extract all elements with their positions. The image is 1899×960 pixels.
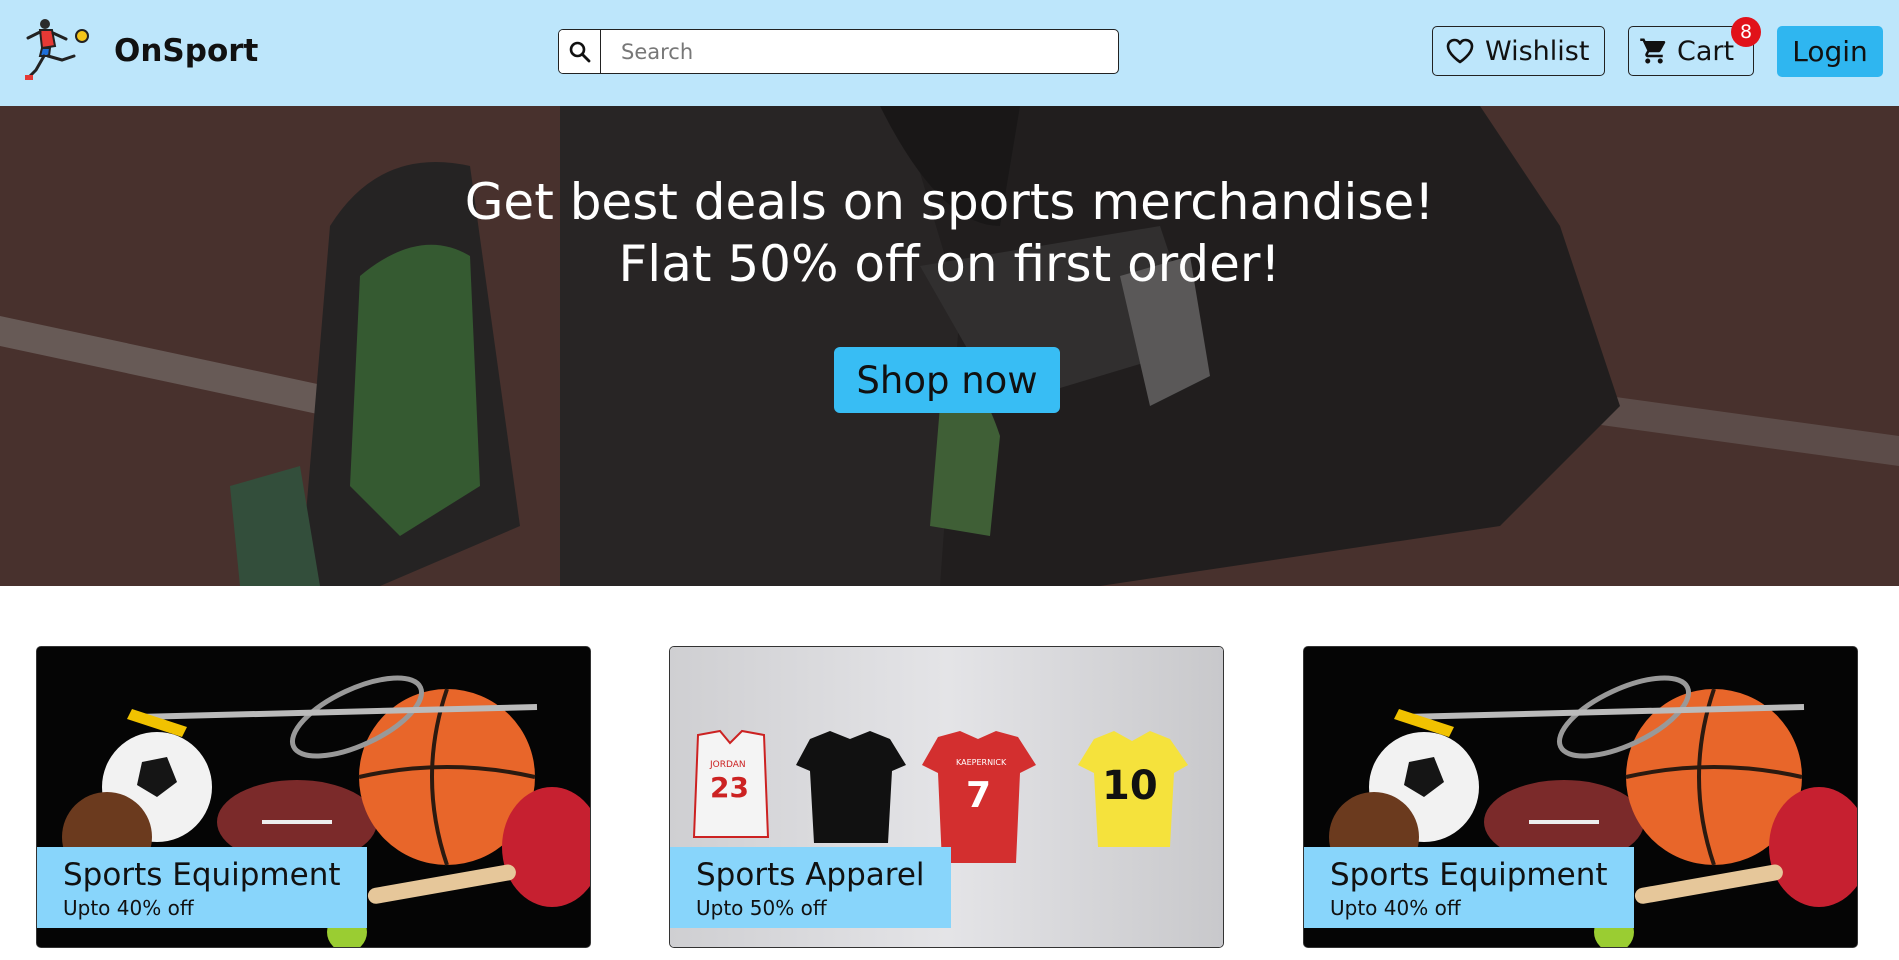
category-discount: Upto 50% off bbox=[696, 896, 827, 920]
search-bar bbox=[558, 29, 1119, 74]
cart-label: Cart bbox=[1677, 35, 1735, 67]
jersey-10-number: 10 bbox=[1102, 763, 1158, 809]
category-card-equipment[interactable]: Sports Equipment Upto 40% off bbox=[36, 646, 591, 948]
hero-headline: Get best deals on sports merchandise! Fl… bbox=[0, 171, 1899, 295]
search-icon bbox=[569, 41, 590, 62]
category-label: Sports Equipment Upto 40% off bbox=[1304, 847, 1634, 928]
brand-logo[interactable]: OnSport bbox=[22, 16, 258, 86]
hero-banner: Get best deals on sports merchandise! Fl… bbox=[0, 106, 1899, 586]
jersey-kaepernick-number: 7 bbox=[966, 775, 991, 816]
category-title: Sports Equipment bbox=[63, 857, 341, 893]
category-card-equipment-2[interactable]: Sports Equipment Upto 40% off bbox=[1303, 646, 1858, 948]
login-button[interactable]: Login bbox=[1777, 26, 1883, 77]
shop-now-button[interactable]: Shop now bbox=[834, 347, 1060, 413]
category-label: Sports Apparel Upto 50% off bbox=[670, 847, 951, 928]
category-title: Sports Apparel bbox=[696, 857, 925, 893]
heart-icon bbox=[1446, 38, 1474, 64]
category-card-apparel[interactable]: JORDAN 23 KAEPERNICK 7 10 Sports Apparel… bbox=[669, 646, 1224, 948]
wishlist-button[interactable]: Wishlist bbox=[1432, 26, 1605, 76]
category-label: Sports Equipment Upto 40% off bbox=[37, 847, 367, 928]
jersey-kaepernick-name: KAEPERNICK bbox=[956, 758, 1007, 767]
cart-icon bbox=[1640, 38, 1666, 64]
search-input[interactable] bbox=[601, 30, 1118, 73]
logo-footballer-icon bbox=[25, 19, 89, 80]
jersey-jordan-name: JORDAN bbox=[709, 760, 746, 770]
hero-line-1: Get best deals on sports merchandise! bbox=[464, 173, 1435, 231]
category-discount: Upto 40% off bbox=[63, 896, 194, 920]
brand-name: OnSport bbox=[114, 33, 259, 69]
hero-line-2: Flat 50% off on first order! bbox=[618, 235, 1281, 293]
category-title: Sports Equipment bbox=[1330, 857, 1608, 893]
top-navbar: OnSport Wishlist Cart 8 Login bbox=[0, 0, 1899, 106]
wishlist-label: Wishlist bbox=[1485, 35, 1590, 67]
jersey-jordan-number: 23 bbox=[710, 771, 749, 804]
cart-button[interactable]: Cart 8 bbox=[1628, 17, 1761, 76]
search-button[interactable] bbox=[559, 30, 601, 73]
category-discount: Upto 40% off bbox=[1330, 896, 1461, 920]
cart-count-badge: 8 bbox=[1731, 17, 1761, 47]
